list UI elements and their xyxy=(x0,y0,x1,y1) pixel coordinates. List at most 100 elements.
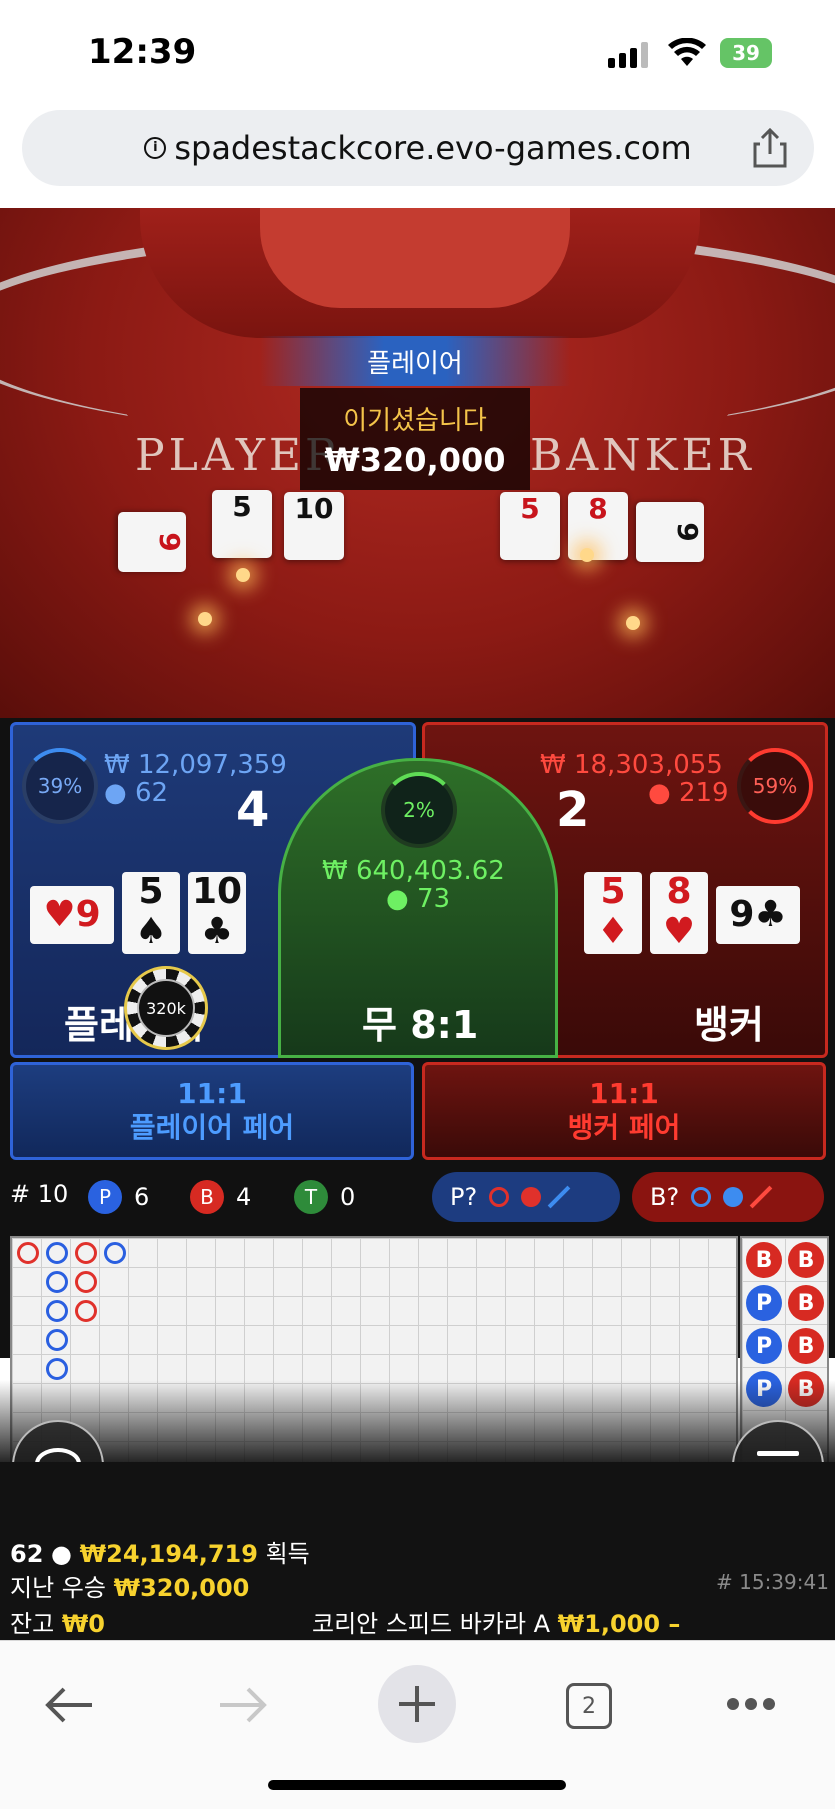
ties-stat: T 0 xyxy=(294,1180,355,1214)
card-rank: 8 xyxy=(666,871,692,912)
status-bar: 12:39 39 xyxy=(0,0,835,105)
road-bead xyxy=(46,1300,68,1322)
table-card: 9 xyxy=(636,502,704,562)
player-badge: P xyxy=(88,1180,122,1214)
sparkle xyxy=(198,612,212,626)
win-panel: 이기셨습니다 ₩320,000 xyxy=(300,388,530,490)
road-bead xyxy=(46,1271,68,1293)
bead-road-item: P xyxy=(746,1285,782,1321)
spade-icon: ♠ xyxy=(134,911,168,952)
bead-road-item: P xyxy=(746,1328,782,1364)
bead-road-item: B xyxy=(746,1242,782,1278)
card-rank: 10 xyxy=(191,871,243,912)
banker-card: 5 ♦ xyxy=(584,872,642,954)
wifi-icon xyxy=(668,38,706,66)
ask-banker-label: B? xyxy=(650,1183,680,1211)
player-bettors: 62 xyxy=(134,778,169,808)
round-counter: # 10 xyxy=(10,1180,69,1208)
ask-player-label: P? xyxy=(450,1183,478,1211)
big-eye-icon xyxy=(691,1187,712,1207)
tie-total-bet: ₩ 640,403.62 xyxy=(322,856,505,886)
table-card: 8 xyxy=(568,492,628,560)
banker-percent-ring: 59% xyxy=(737,748,813,824)
banker-total-bet: ₩ 18,303,055 xyxy=(540,750,723,780)
banker-bettor-count: ● 219 xyxy=(648,778,729,808)
road-bead xyxy=(75,1242,97,1264)
banker-badge: B xyxy=(190,1180,224,1214)
banker-pair-odds: 11:1 xyxy=(589,1077,659,1110)
tie-bettor-count: ● 73 xyxy=(386,884,451,914)
tie-bettors: 73 xyxy=(416,884,451,914)
card-rank: 5 xyxy=(138,871,164,912)
placed-chip[interactable]: 320k xyxy=(124,966,208,1050)
road-bead xyxy=(46,1329,68,1351)
player-pair-label: 플레이어 페어 xyxy=(129,1111,295,1144)
total-win-suffix: 획득 xyxy=(265,1540,310,1568)
new-tab-button[interactable] xyxy=(378,1665,456,1743)
sparkle xyxy=(580,548,594,562)
battery-indicator: 39 xyxy=(720,38,772,68)
table-card: 5 xyxy=(212,490,272,558)
small-road-icon xyxy=(723,1187,744,1207)
balance-line: 잔고 ₩0 xyxy=(10,1604,105,1639)
player-pair-odds: 11:1 xyxy=(177,1077,247,1110)
banker-wins-stat: B 4 xyxy=(190,1180,251,1214)
player-count: 62 xyxy=(10,1540,44,1568)
dealer-sleeve xyxy=(260,208,570,308)
player-pair-bet-spot[interactable]: 11:1 플레이어 페어 xyxy=(10,1062,414,1160)
cockroach-icon xyxy=(749,1185,773,1209)
banker-bettors: 219 xyxy=(678,778,729,808)
road-bead xyxy=(17,1242,39,1264)
back-arrow-icon[interactable] xyxy=(44,1685,94,1725)
url-field[interactable]: i spadestackcore.evo-games.com xyxy=(22,110,814,186)
road-bead xyxy=(46,1242,68,1264)
player-wins-stat: P 6 xyxy=(88,1180,149,1214)
card-rank: 5 xyxy=(600,871,626,912)
tie-percent-ring: 2% xyxy=(381,772,457,848)
banker-label: 뱅커 xyxy=(694,1003,764,1047)
table-card: 5 xyxy=(500,492,560,560)
player-card: ♥9 xyxy=(30,886,114,944)
win-message: 이기셨습니다 xyxy=(343,405,487,436)
player-bettor-count: ● 62 xyxy=(104,778,169,808)
bead-road-item: B xyxy=(788,1242,824,1278)
table-card: 9 xyxy=(118,512,186,572)
round-time: # 15:39:41 xyxy=(716,1570,829,1594)
banker-card: 9♣ xyxy=(716,886,800,944)
player-card: 5 ♠ xyxy=(122,872,180,954)
home-indicator xyxy=(268,1780,566,1790)
roadmap-fade xyxy=(0,1380,835,1470)
table-name: 코리안 스피드 바카라 A xyxy=(312,1610,551,1638)
player-percent-ring: 39% xyxy=(22,748,98,824)
total-win-line: 62 ● ₩24,194,719 획득 xyxy=(10,1534,310,1569)
ask-banker-button[interactable]: B? xyxy=(632,1172,824,1222)
person-icon: ● xyxy=(51,1540,72,1568)
banker-wins: 4 xyxy=(236,1183,252,1211)
player-total-bet: ₩ 12,097,359 xyxy=(104,750,287,780)
forward-arrow-icon[interactable] xyxy=(218,1685,268,1725)
ask-player-button[interactable]: P? xyxy=(432,1172,620,1222)
address-bar[interactable]: i spadestackcore.evo-games.com xyxy=(22,110,814,186)
total-win-amount: ₩24,194,719 xyxy=(79,1540,258,1568)
diamond-icon: ♦ xyxy=(596,911,630,952)
player-card: 10 ♣ xyxy=(188,872,246,954)
ties: 0 xyxy=(340,1183,356,1211)
more-icon[interactable] xyxy=(726,1697,776,1711)
sparkle xyxy=(236,568,250,582)
heart-icon: ♥ xyxy=(662,911,696,952)
table-banker-word: BANKER xyxy=(530,430,755,481)
share-icon[interactable] xyxy=(752,128,788,168)
tie-badge: T xyxy=(294,1180,328,1214)
road-bead xyxy=(75,1300,97,1322)
info-icon[interactable]: i xyxy=(144,137,167,159)
cockroach-icon xyxy=(547,1185,571,1209)
small-road-icon xyxy=(521,1187,542,1207)
win-amount: ₩320,000 xyxy=(324,440,506,479)
tabs-button[interactable]: 2 xyxy=(566,1683,612,1729)
banker-pair-label: 뱅커 페어 xyxy=(567,1111,681,1144)
plus-icon xyxy=(399,1686,435,1722)
banker-score: 2 xyxy=(556,782,590,838)
player-score: 4 xyxy=(236,782,270,838)
banker-pair-bet-spot[interactable]: 11:1 뱅커 페어 xyxy=(422,1062,826,1160)
last-win-label: 지난 우승 xyxy=(10,1574,106,1602)
